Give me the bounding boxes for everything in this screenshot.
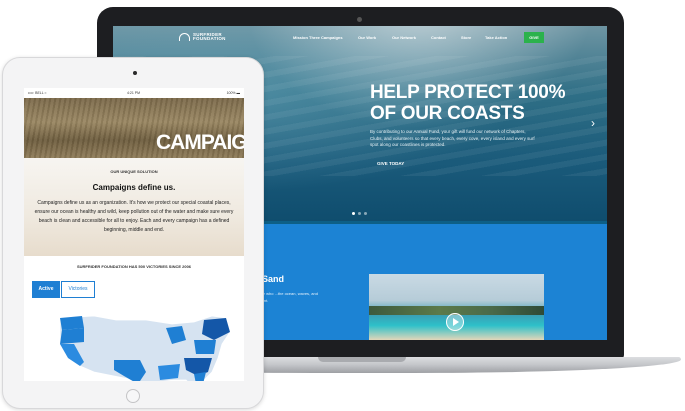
hero-title: HELP PROTECT 100% OF OUR COASTS [370,82,566,124]
state-washington [60,316,84,330]
state-oregon [60,328,84,344]
tablet-camera [133,71,137,75]
nav-item-mission[interactable]: Mission Three Campaigns [293,35,343,40]
chevron-right-icon[interactable]: › [591,116,595,130]
status-time: 4:21 PM [127,91,141,95]
laptop-notch [318,357,406,362]
hero-body: By contributing to our Annual Fund, your… [370,129,535,147]
nav-item-store[interactable]: Store [461,35,471,40]
nav-item-our-network[interactable]: Our Network [392,35,416,40]
section-heading: Campaigns define us. [92,183,176,192]
state-gulf [158,364,180,380]
tab-active[interactable]: Active [32,281,60,298]
state-mid-atlantic [194,340,216,354]
wave-logo-icon [179,33,190,41]
carousel-dot[interactable] [352,212,355,215]
nav-item-contact[interactable]: Contact [431,35,446,40]
carousel-dot[interactable] [358,212,361,215]
section-body: Campaigns define us as an organization. … [34,200,234,233]
tablet-screen: ••••◦ BELL ≈ 4:21 PM 100% ▬ CAMPAIGNS OU… [24,88,244,381]
battery-indicator: 100% ▬ [226,91,240,95]
logo-text: SURFRIDER FOUNDATION [193,32,226,41]
state-texas [114,360,146,381]
nav-item-our-work[interactable]: Our Work [358,35,376,40]
carousel-dots [352,212,367,215]
play-icon[interactable] [446,313,464,331]
give-today-link[interactable]: GIVE TODAY [377,161,404,166]
laptop-camera [357,17,362,22]
victories-count: SURFRIDER FOUNDATION HAS 500 VICTORIES S… [76,264,192,269]
site-nav: SURFRIDER FOUNDATION Mission Three Campa… [113,26,607,52]
carrier-signal: ••••◦ BELL ≈ [28,91,47,95]
nav-item-take-action[interactable]: Take Action [485,35,507,40]
give-button[interactable]: GIVE [524,32,544,43]
site-logo[interactable]: SURFRIDER FOUNDATION [179,32,226,41]
tab-victories[interactable]: Victories [61,281,95,298]
campaigns-title: CAMPAIGNS [156,131,244,154]
video-thumbnail[interactable] [369,274,544,340]
home-button[interactable] [126,389,140,403]
carousel-dot[interactable] [364,212,367,215]
section-eyebrow: OUR UNIQUE SOLUTION [110,169,158,174]
status-bar: ••••◦ BELL ≈ 4:21 PM 100% ▬ [24,88,244,98]
us-map[interactable] [54,310,244,381]
